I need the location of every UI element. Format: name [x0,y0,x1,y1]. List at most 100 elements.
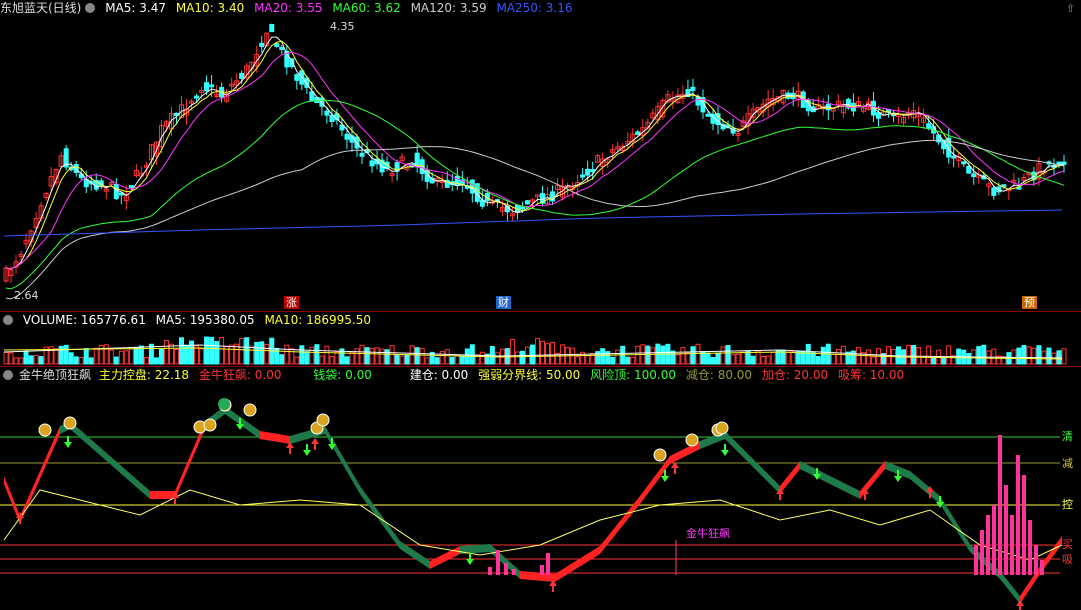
volume-bar [209,336,215,365]
volume-bar [219,336,225,365]
volume-bar [540,340,546,365]
candle-body [991,187,997,196]
trend-band [555,546,600,582]
volume-bar [414,347,420,365]
volume-bar [645,345,651,365]
trend-band [940,496,970,552]
candle-body [875,112,881,119]
accumulation-bar [1004,485,1008,575]
accumulation-bar [1028,520,1032,575]
volume-bar [926,345,932,365]
volume-bar [88,357,94,365]
volume-bar [324,345,330,365]
volume-bar [178,337,184,365]
volume-bar [108,349,114,365]
sell-arrow-icon [466,553,474,565]
volume-bar [770,351,776,365]
volume-bar [13,357,19,365]
volume-bar [359,344,365,365]
sell-arrow-icon [64,436,72,448]
annotation-label: 金牛狂飙 [686,527,730,540]
volume-bar [494,352,500,365]
volume-bar [735,353,741,365]
accumulation-bar [986,515,990,575]
trend-band [70,421,110,464]
accumulation-bar [1022,475,1026,575]
candle-body [369,160,375,167]
volume-bar [369,347,375,365]
level-label-kong: 控 [1062,498,1073,511]
accumulation-bar [512,569,516,575]
candle-body [359,152,365,157]
volume-bar [906,344,912,365]
trend-band [800,461,830,484]
volume-bar [38,356,44,365]
candle-body [194,95,200,99]
volume-bar [118,350,124,365]
event-marker-yu[interactable]: 预 [1022,296,1037,309]
volume-bar [725,345,731,365]
volume-bar [214,341,220,365]
candle-body [635,131,641,135]
trend-band [360,486,400,549]
volume-bar [249,345,255,365]
accumulation-bar [1040,560,1044,575]
volume-bar [254,341,260,365]
volume-chart [3,336,1067,365]
volume-bar [931,357,937,365]
ma-line [5,99,1065,290]
event-marker-zhang[interactable]: 涨 [284,296,299,309]
ma250-line [3,209,1063,237]
volume-bar [615,349,621,365]
buy-arrow-icon [1016,600,1024,610]
volume-bar [444,349,450,365]
buy-arrow-icon [671,462,679,474]
low-price-label: 2.64 [14,289,39,302]
volume-bar [289,348,295,365]
volume-bar [53,348,59,365]
volume-bar [439,351,445,365]
volume-bar [173,348,179,365]
accumulation-bar [488,567,492,575]
event-marker-cai[interactable]: 财 [496,296,511,309]
volume-bar [244,337,250,365]
level-label-mai: 买 [1062,538,1073,551]
volume-bar [399,355,405,365]
volume-bar [419,348,425,365]
volume-bar [133,347,139,365]
volume-bar [103,344,109,365]
accumulation-bar [980,530,984,575]
volume-bar [755,350,761,365]
volume-bar [550,341,556,365]
volume-bar [334,351,340,365]
volume-bar [946,345,952,365]
volume-bar [449,357,455,365]
volume-bar [830,353,836,365]
money-bag-icon [316,413,330,427]
volume-bar [459,356,465,365]
volume-bar [976,346,982,365]
sell-arrow-icon [721,444,729,456]
volume-bar [870,356,876,365]
accumulation-bar [998,435,1002,575]
volume-bar [153,357,159,365]
candle-body [590,169,596,173]
candle-body [1061,161,1067,165]
trend-band [780,461,800,494]
trend-band [1000,571,1020,604]
volume-bar [690,346,696,365]
indicator-chart [0,398,1063,610]
candle-body [580,174,586,178]
volume-bar [73,356,79,365]
money-bag-icon [243,403,257,417]
volume-bar [600,348,606,365]
chart-canvas[interactable] [0,0,1081,610]
volume-bar [680,347,686,365]
volume-bar [760,355,766,365]
volume-bar [294,356,300,365]
volume-bar [610,356,616,365]
accumulation-bar [1010,515,1014,575]
ma-line [5,40,1065,270]
volume-bar [710,357,716,365]
volume-bar [785,351,791,365]
